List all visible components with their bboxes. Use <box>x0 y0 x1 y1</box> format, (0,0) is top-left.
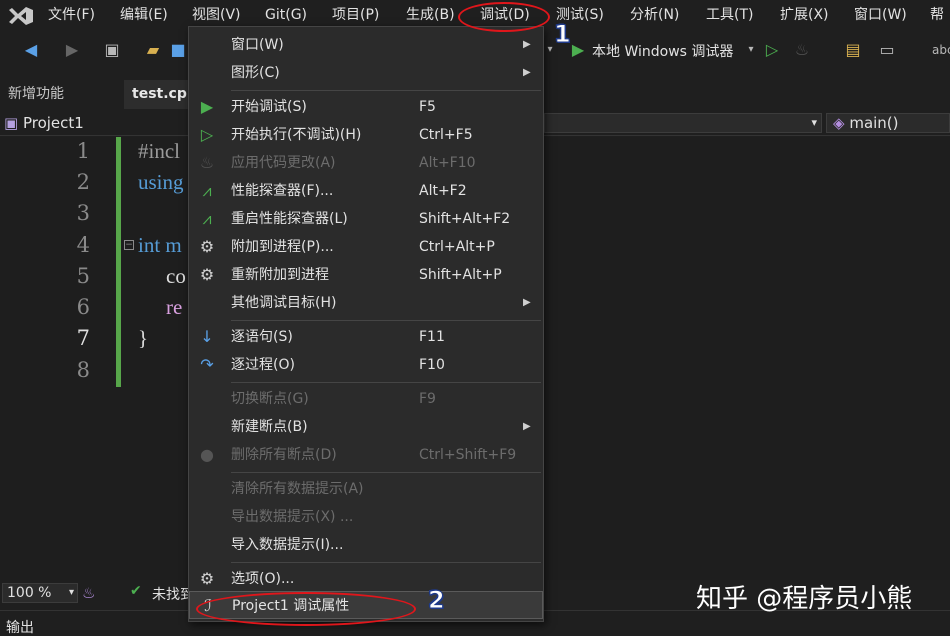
gears-icon: ⚙ <box>197 237 217 257</box>
menu-item-new-breakpoint[interactable]: 新建断点(B) ▶ <box>189 413 543 441</box>
function-icon: ◈ <box>833 114 845 132</box>
run-target-button[interactable]: 本地 Windows 调试器 <box>592 41 733 61</box>
menu-item-start-without-debugging[interactable]: ▷ 开始执行(不调试)(H) Ctrl+F5 <box>189 121 543 149</box>
scope-selector[interactable]: ▾ <box>544 113 822 133</box>
code-line-cout: co <box>166 264 186 289</box>
gears-icon: ⚙ <box>197 265 217 285</box>
line-number: 5 <box>60 264 90 288</box>
menu-separator <box>231 320 541 321</box>
menu-item-clear-datatips: 清除所有数据提示(A) <box>189 475 543 503</box>
menu-item-import-datatips[interactable]: 导入数据提示(I)... <box>189 531 543 559</box>
submenu-arrow-icon: ▶ <box>523 35 531 55</box>
line-number: 8 <box>60 358 90 382</box>
menu-item-graphics[interactable]: 图形(C) ▶ <box>189 59 543 87</box>
project-name: Project1 <box>23 114 84 132</box>
code-line-main: int m <box>138 233 182 258</box>
menu-item-windows[interactable]: 窗口(W) ▶ <box>189 31 543 59</box>
output-label[interactable]: 输出 <box>6 617 34 636</box>
menu-separator <box>231 90 541 91</box>
function-selector[interactable]: ◈ main() <box>826 113 950 133</box>
start-without-debugging-icon[interactable]: ▷ <box>764 40 780 60</box>
annotation-number-2: 2 <box>428 586 445 614</box>
line-number-current: 7 <box>60 326 90 350</box>
step-into-icon: ↓ <box>197 327 217 347</box>
code-line-include: #incl <box>138 139 180 164</box>
line-number: 1 <box>60 139 90 163</box>
line-number: 2 <box>60 170 90 194</box>
watermark: 知乎 @程序员小熊 <box>696 578 912 615</box>
menu-analyze[interactable]: 分析(N) <box>630 0 679 30</box>
menu-item-attach-to-process[interactable]: ⚙ 附加到进程(P)... Ctrl+Alt+P <box>189 233 543 261</box>
project-selector[interactable]: ▣ Project1 <box>4 113 84 133</box>
open-folder-icon[interactable]: ▰ <box>142 40 164 60</box>
tab-test-cpp[interactable]: test.cpp <box>124 80 188 109</box>
menu-item-toggle-breakpoint: 切换断点(G) F9 <box>189 385 543 413</box>
run-target-dropdown-icon[interactable]: ▾ <box>746 40 756 60</box>
menu-item-performance-profiler[interactable]: ⩘ 性能探查器(F)... Alt+F2 <box>189 177 543 205</box>
menu-item-options[interactable]: ⚙ 选项(O)... <box>189 565 543 593</box>
menu-tools[interactable]: 工具(T) <box>706 0 753 30</box>
menu-item-reattach-to-process[interactable]: ⚙ 重新附加到进程 Shift+Alt+P <box>189 261 543 289</box>
menu-separator <box>231 382 541 383</box>
zoom-selector[interactable]: 100 % ▾ <box>2 583 78 603</box>
chevron-down-icon: ▾ <box>69 584 74 602</box>
menu-help[interactable]: 帮 <box>930 0 944 30</box>
performance-restart-icon: ⩘ <box>197 209 217 229</box>
step-over-icon: ↷ <box>197 355 217 375</box>
code-line-return: re <box>166 295 182 320</box>
annotation-number-1: 1 <box>554 20 571 48</box>
function-name: main() <box>849 114 898 132</box>
visual-studio-logo-icon[interactable] <box>6 4 36 28</box>
menu-extensions[interactable]: 扩展(X) <box>780 0 829 30</box>
project-icon: ▣ <box>4 114 18 132</box>
line-number: 6 <box>60 295 90 319</box>
menu-item-export-datatips: 导出数据提示(X) ... <box>189 503 543 531</box>
menu-item-step-over[interactable]: ↷ 逐过程(O) F10 <box>189 351 543 379</box>
spellcheck-icon[interactable]: abc <box>932 40 950 60</box>
performance-icon: ⩘ <box>197 181 217 201</box>
back-icon[interactable]: ◀ <box>20 40 42 60</box>
menu-item-other-debug-targets[interactable]: 其他调试目标(H) ▶ <box>189 289 543 317</box>
collapse-icon[interactable]: − <box>124 240 134 250</box>
flame-icon: ♨ <box>197 153 217 173</box>
zoom-value: 100 % <box>7 585 51 601</box>
submenu-arrow-icon: ▶ <box>523 63 531 83</box>
run-icon[interactable]: ▶ <box>570 40 586 60</box>
debug-menu-dropdown: 窗口(W) ▶ 图形(C) ▶ ▶ 开始调试(S) F5 ▷ 开始执行(不调试)… <box>188 26 544 622</box>
annotation-ellipse-debug-menu <box>458 2 550 32</box>
menu-separator <box>231 472 541 473</box>
play-outline-icon: ▷ <box>197 125 217 145</box>
copilot-icon[interactable]: ♨ <box>82 584 95 602</box>
menu-window[interactable]: 窗口(W) <box>854 0 907 30</box>
line-number: 3 <box>60 201 90 225</box>
menu-item-apply-code-changes: ♨ 应用代码更改(A) Alt+F10 <box>189 149 543 177</box>
submenu-arrow-icon: ▶ <box>523 417 531 437</box>
solution-explorer-icon[interactable]: ▤ <box>842 40 864 60</box>
gear-icon: ⚙ <box>197 569 217 589</box>
menu-item-start-debugging[interactable]: ▶ 开始调试(S) F5 <box>189 93 543 121</box>
submenu-arrow-icon: ▶ <box>523 293 531 313</box>
change-tracking-bar <box>116 137 121 387</box>
check-circle-icon: ✔ <box>130 583 142 599</box>
layout-icon[interactable]: ▭ <box>876 40 898 60</box>
hot-reload-icon[interactable]: ♨ <box>792 40 812 60</box>
menu-file[interactable]: 文件(F) <box>48 0 95 30</box>
menu-item-step-into[interactable]: ↓ 逐语句(S) F11 <box>189 323 543 351</box>
delete-breakpoints-icon: ● <box>197 445 217 465</box>
code-line-using: using <box>138 170 184 195</box>
forward-icon[interactable]: ▶ <box>62 40 82 60</box>
menu-item-delete-all-breakpoints: ● 删除所有断点(D) Ctrl+Shift+F9 <box>189 441 543 469</box>
chevron-down-icon: ▾ <box>811 114 817 132</box>
menu-edit[interactable]: 编辑(E) <box>120 0 168 30</box>
new-item-icon[interactable]: ▣ <box>100 40 124 60</box>
menu-item-restart-performance-profiler[interactable]: ⩘ 重启性能探查器(L) Shift+Alt+F2 <box>189 205 543 233</box>
save-icon[interactable]: ■ <box>168 40 188 60</box>
line-number: 4 <box>60 233 90 257</box>
annotation-ellipse-debug-properties <box>196 592 416 626</box>
tab-whats-new[interactable]: 新增功能 <box>0 80 72 109</box>
play-filled-icon: ▶ <box>197 97 217 117</box>
code-line-close-brace: } <box>138 326 148 351</box>
menu-separator <box>231 562 541 563</box>
